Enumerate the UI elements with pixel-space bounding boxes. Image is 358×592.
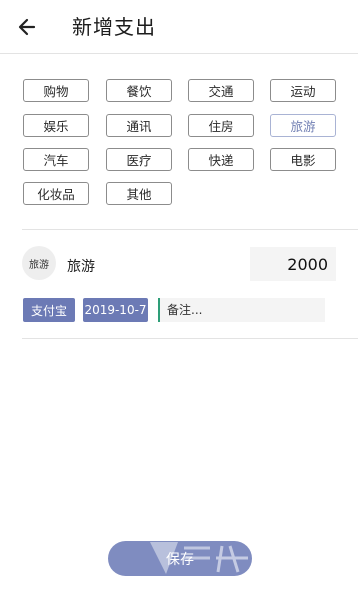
category-delivery[interactable]: 快递	[188, 148, 254, 171]
note-input[interactable]	[158, 298, 325, 322]
category-medical[interactable]: 医疗	[106, 148, 172, 171]
amount-input[interactable]	[250, 247, 336, 281]
payment-method-button[interactable]: 支付宝	[23, 298, 75, 322]
arrow-left-icon	[18, 18, 36, 36]
category-entertainment[interactable]: 娱乐	[23, 114, 89, 137]
date-button[interactable]: 2019-10-7	[83, 298, 148, 322]
header: 新增支出	[0, 0, 358, 54]
category-sports[interactable]: 运动	[270, 79, 336, 102]
category-travel[interactable]: 旅游	[270, 114, 336, 137]
category-other[interactable]: 其他	[106, 182, 172, 205]
category-dining[interactable]: 餐饮	[106, 79, 172, 102]
category-transport[interactable]: 交通	[188, 79, 254, 102]
category-shopping[interactable]: 购物	[23, 79, 89, 102]
page-title: 新增支出	[72, 15, 156, 39]
divider-top	[22, 229, 358, 230]
category-cosmetics[interactable]: 化妆品	[23, 182, 89, 205]
selected-category-name: 旅游	[67, 259, 95, 275]
category-telecom[interactable]: 通讯	[106, 114, 172, 137]
save-button[interactable]: 保存	[108, 541, 252, 576]
category-car[interactable]: 汽车	[23, 148, 89, 171]
selected-category-icon: 旅游	[22, 246, 56, 280]
back-button[interactable]	[14, 14, 40, 40]
category-movies[interactable]: 电影	[270, 148, 336, 171]
divider-bottom	[22, 338, 358, 339]
app-root: 新增支出 购物 餐饮 交通 运动 娱乐 通讯 住房 旅游 汽车 医疗 快递 电影…	[0, 0, 358, 592]
category-housing[interactable]: 住房	[188, 114, 254, 137]
